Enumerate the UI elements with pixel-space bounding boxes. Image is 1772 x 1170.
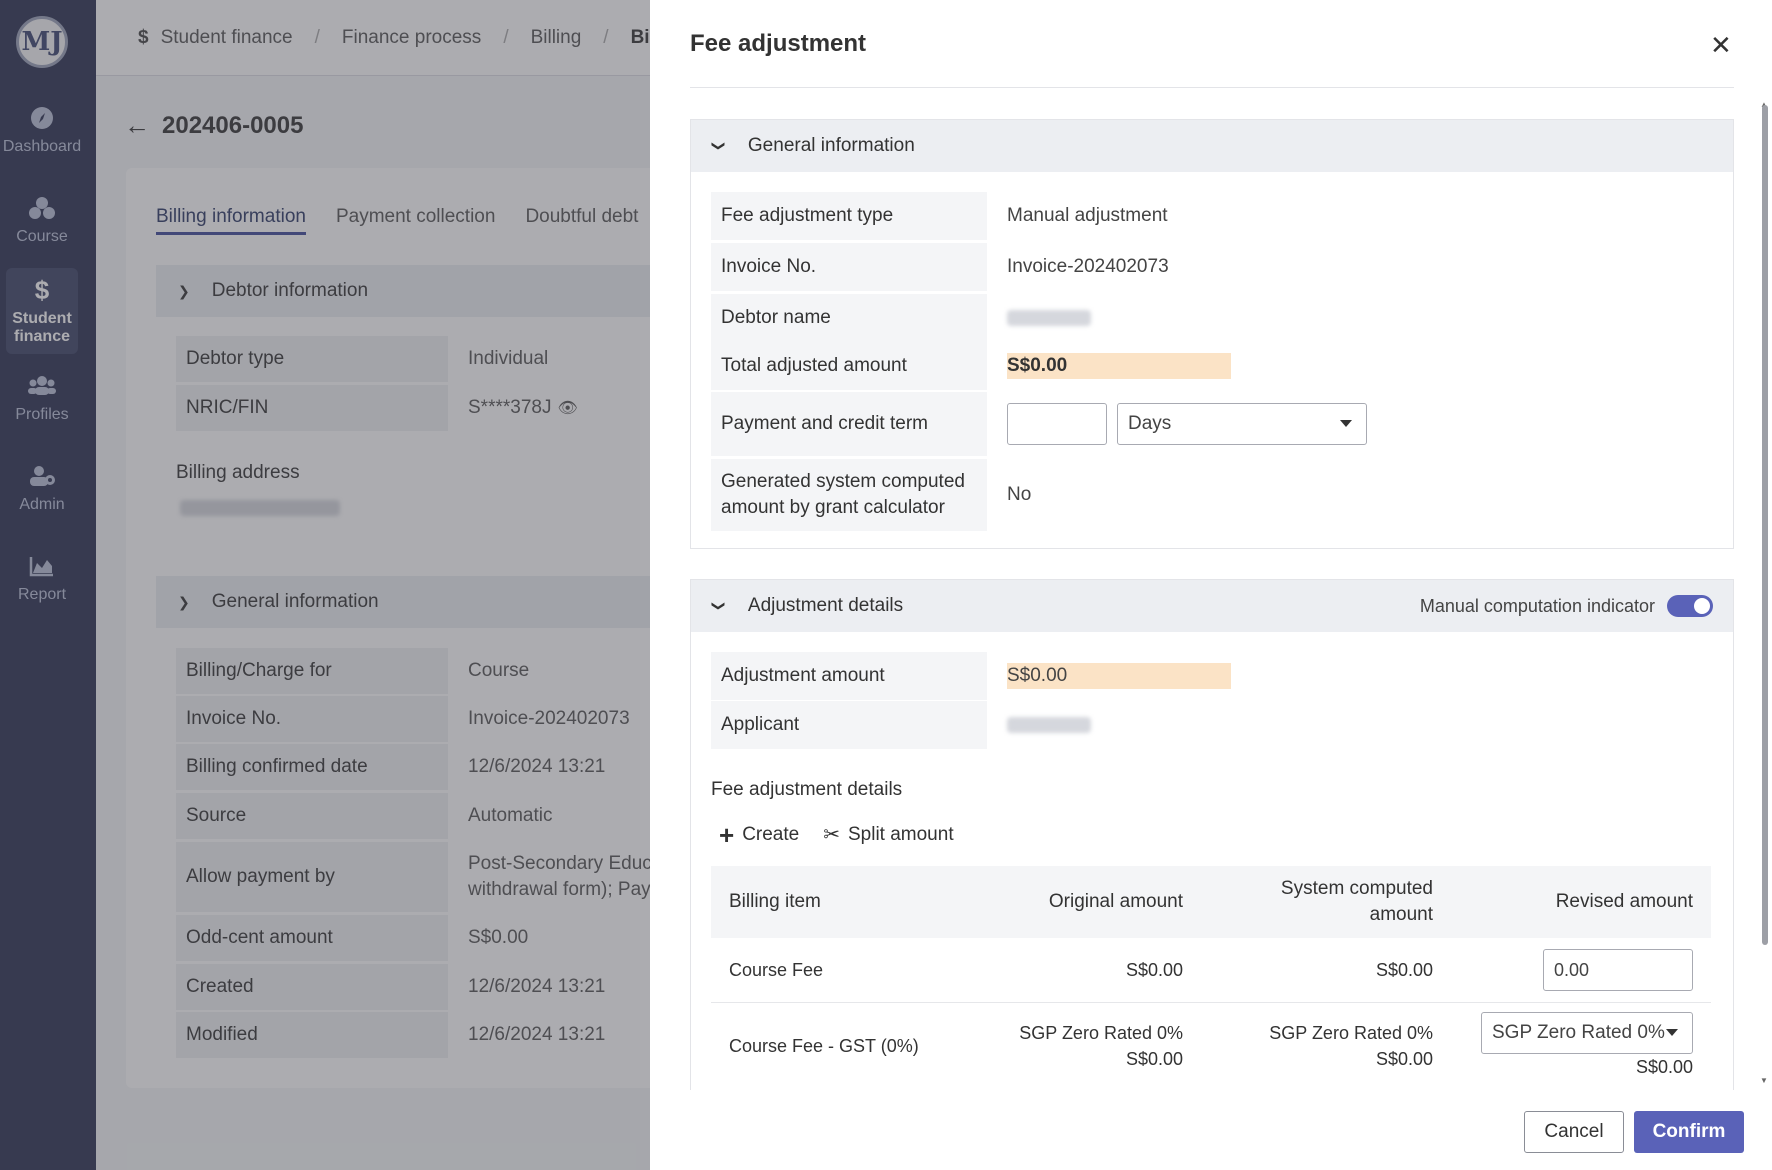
- divider: [690, 87, 1734, 88]
- field-label: Applicant: [711, 701, 987, 749]
- field-row: Adjustment amount S$0.00: [711, 652, 1231, 700]
- toggle-label: Manual computation indicator: [1419, 595, 1655, 616]
- chevron-down-icon: ❯: [711, 140, 727, 152]
- fee-adjustment-type-value: Manual adjustment: [1007, 205, 1168, 226]
- adjustment-amount-value: S$0.00: [1007, 663, 1231, 689]
- section-title: Adjustment details: [747, 595, 904, 616]
- scissors-icon: ✂: [823, 824, 840, 846]
- column-header: Original amount: [1048, 891, 1183, 912]
- field-label-line: Generated system computed: [721, 471, 965, 492]
- caret-down-icon: [1340, 420, 1352, 427]
- revised-amount-cell: SGP Zero Rated 0% S$0.00: [1451, 1002, 1711, 1091]
- split-amount-button[interactable]: ✂ Split amount: [823, 822, 953, 847]
- billing-item-cell: Course Fee - GST (0%): [711, 1002, 951, 1091]
- split-label: Split amount: [847, 823, 954, 845]
- field-label: Total adjusted amount: [711, 342, 987, 390]
- section-title: General information: [747, 135, 915, 156]
- caret-down-icon: [1666, 1029, 1678, 1036]
- plus-icon: +: [719, 819, 735, 850]
- confirm-button[interactable]: Confirm: [1634, 1111, 1744, 1153]
- column-header: System computed amount: [1201, 866, 1451, 938]
- field-label: Debtor name: [711, 294, 987, 342]
- original-amount-cell: SGP Zero Rated 0% S$0.00: [951, 1002, 1201, 1091]
- field-row: Invoice No. Invoice-202402073: [711, 243, 1169, 291]
- system-amount-cell: SGP Zero Rated 0% S$0.00: [1201, 1002, 1451, 1091]
- field-row: Payment and credit term Days: [711, 392, 1367, 456]
- debtor-name-value: [987, 294, 1091, 342]
- column-header-text: System computed amount: [1280, 878, 1433, 925]
- field-label-line: amount by grant calculator: [721, 497, 945, 518]
- revised-amount-cell: 0.00: [1451, 938, 1711, 1003]
- column-header: Billing item: [729, 891, 821, 912]
- create-button[interactable]: + Create: [719, 819, 800, 850]
- tax-code-text: SGP Zero Rated 0%: [1269, 1023, 1433, 1043]
- field-row: Generated system computed amount by gran…: [711, 459, 1031, 531]
- chevron-down-icon: ❯: [711, 600, 727, 612]
- total-adjusted-wrap: S$0.00: [987, 342, 1231, 390]
- manual-computation-indicator: Manual computation indicator: [1420, 595, 1713, 617]
- revised-amount-input[interactable]: 0.00: [1543, 948, 1693, 991]
- scroll-down-arrow-icon[interactable]: ▼: [1760, 1076, 1768, 1085]
- tax-code-select[interactable]: SGP Zero Rated 0%: [1481, 1012, 1693, 1054]
- fee-adjustment-table: Billing item Original amount System comp…: [711, 866, 1711, 1091]
- create-label: Create: [742, 823, 800, 845]
- field-row: Fee adjustment type Manual adjustment: [711, 192, 1168, 240]
- field-label: Adjustment amount: [711, 652, 987, 700]
- billing-item-cell: Course Fee: [711, 938, 951, 1003]
- system-amount-cell: S$0.00: [1201, 938, 1451, 1003]
- payment-term-controls: Days: [987, 392, 1367, 456]
- adjustment-details-header[interactable]: ❯ Adjustment details Manual computation …: [691, 580, 1733, 632]
- drawer-title: Fee adjustment: [690, 30, 867, 57]
- table-row: Course Fee - GST (0%) SGP Zero Rated 0% …: [711, 1002, 1711, 1091]
- payment-term-unit-select[interactable]: Days: [1117, 403, 1367, 445]
- field-label: Generated system computed amount by gran…: [711, 459, 987, 531]
- fee-adjustment-drawer: Fee adjustment ✕ ▲ ▼ ❯ General informati…: [650, 0, 1772, 1170]
- scrollbar-thumb[interactable]: [1762, 105, 1768, 945]
- table-row: Course Fee S$0.00 S$0.00 0.00: [711, 938, 1711, 1003]
- manual-computation-toggle[interactable]: [1667, 595, 1713, 617]
- grant-calculator-value: No: [1007, 484, 1032, 505]
- field-label: Fee adjustment type: [711, 192, 987, 240]
- table-header-row: Billing item Original amount System comp…: [711, 866, 1711, 938]
- amount-text: S$0.00: [1125, 1049, 1183, 1069]
- column-header: Revised amount: [1555, 891, 1693, 912]
- applicant-value: [987, 701, 1091, 749]
- amount-text: S$0.00: [1375, 1049, 1433, 1069]
- general-information-section: ❯ General information Fee adjustment typ…: [690, 119, 1734, 549]
- original-amount-cell: S$0.00: [951, 938, 1201, 1003]
- select-value: Days: [1128, 413, 1172, 434]
- general-information-header[interactable]: ❯ General information: [691, 120, 1733, 172]
- payment-term-input[interactable]: [1007, 403, 1107, 445]
- cancel-button[interactable]: Cancel: [1524, 1111, 1624, 1153]
- adjustment-amount-wrap: S$0.00: [987, 652, 1231, 700]
- field-row: Debtor name: [711, 294, 1091, 342]
- total-adjusted-value: S$0.00: [1007, 353, 1231, 379]
- table-actions: + Create ✂ Split amount: [719, 819, 954, 850]
- field-label: Payment and credit term: [711, 392, 987, 456]
- field-row: Applicant: [711, 701, 1091, 749]
- invoice-link[interactable]: Invoice-202402073: [987, 243, 1169, 291]
- field-label: Invoice No.: [711, 243, 987, 291]
- fee-adjustment-details-heading: Fee adjustment details: [711, 779, 903, 800]
- amount-text: S$0.00: [1635, 1057, 1693, 1077]
- adjustment-details-section: ❯ Adjustment details Manual computation …: [690, 579, 1734, 1099]
- select-value: SGP Zero Rated 0%: [1492, 1022, 1665, 1043]
- field-row: Total adjusted amount S$0.00: [711, 342, 1231, 390]
- close-icon[interactable]: ✕: [1710, 30, 1732, 61]
- tax-code-text: SGP Zero Rated 0%: [1019, 1023, 1183, 1043]
